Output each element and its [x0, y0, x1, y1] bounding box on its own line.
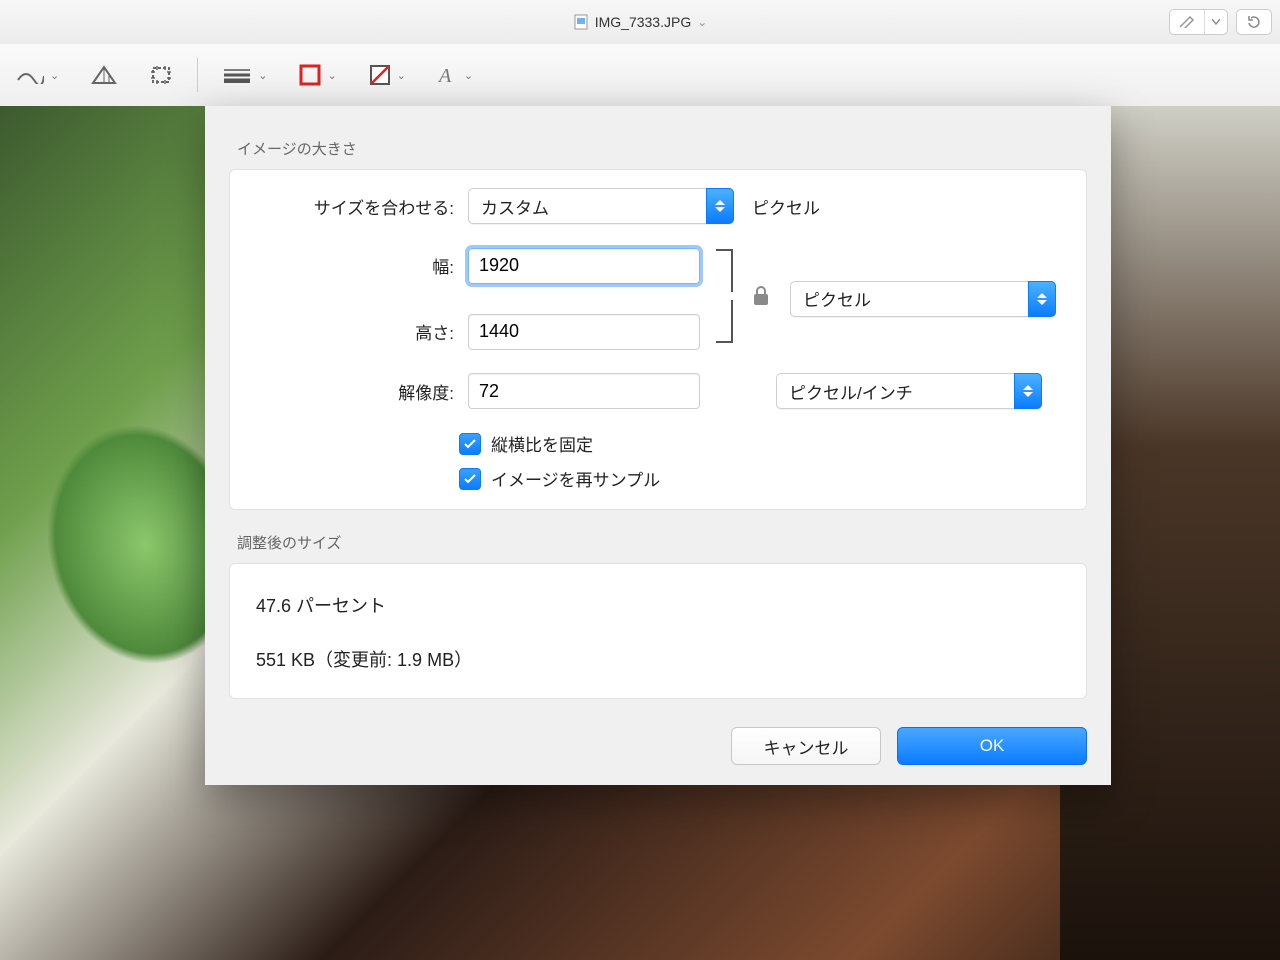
- tool-fill-color[interactable]: ⌄: [353, 64, 422, 86]
- fit-select-value: カスタム: [481, 194, 549, 219]
- result-filesize: 551 KB（変更前: 1.9 MB）: [256, 646, 1062, 672]
- resample-checkbox[interactable]: [459, 468, 481, 490]
- size-unit-select[interactable]: ピクセル: [790, 281, 1056, 317]
- tool-line-weight[interactable]: ⌄: [206, 67, 283, 83]
- resolution-unit-value: ピクセル/インチ: [789, 379, 913, 404]
- size-unit-value: ピクセル: [803, 286, 871, 311]
- resize-dialog: イメージの大きさ サイズを合わせる: カスタム ピクセル 幅:: [205, 106, 1111, 785]
- markup-toolbar: ⌄ ⌄ ⌄ ⌄ A ⌄: [0, 44, 1280, 107]
- aspect-lock-checkbox[interactable]: [459, 433, 481, 455]
- image-size-group: サイズを合わせる: カスタム ピクセル 幅: 高さ:: [229, 169, 1087, 510]
- file-icon: [573, 14, 589, 30]
- height-row: 高さ:: [254, 314, 700, 350]
- resolution-label: 解像度:: [254, 379, 468, 404]
- window-title: IMG_7333.JPG: [595, 14, 692, 30]
- markup-dropdown[interactable]: [1205, 10, 1227, 34]
- rotate-button[interactable]: [1237, 10, 1271, 34]
- aspect-lock-label: 縦横比を固定: [491, 431, 593, 456]
- markup-button-group: [1169, 9, 1228, 35]
- dimensions-row: 幅: 高さ: ピクセル: [254, 246, 1062, 351]
- width-input[interactable]: [468, 248, 700, 284]
- ok-button[interactable]: OK: [897, 727, 1087, 765]
- result-group: 47.6 パーセント 551 KB（変更前: 1.9 MB）: [229, 563, 1087, 699]
- chevron-down-icon: ⌄: [50, 69, 59, 82]
- toolbar-separator: [197, 58, 198, 92]
- result-percent: 47.6 パーセント: [256, 592, 1062, 618]
- width-label: 幅:: [254, 253, 468, 278]
- aspect-bracket-icon: [714, 246, 742, 351]
- resample-label: イメージを再サンプル: [491, 466, 660, 491]
- chevron-down-icon: ⌄: [327, 69, 336, 82]
- chevron-down-icon: ⌄: [258, 69, 267, 82]
- titlebar-right: [1161, 0, 1272, 44]
- title-dropdown-icon[interactable]: ⌄: [697, 15, 707, 29]
- dimensions-block: 幅: 高さ:: [254, 248, 700, 350]
- dialog-buttons: キャンセル OK: [229, 727, 1087, 765]
- height-label: 高さ:: [254, 319, 468, 344]
- chevron-down-icon: ⌄: [397, 69, 406, 82]
- rotate-button-group: [1236, 9, 1272, 35]
- chevron-down-icon: ⌄: [464, 69, 473, 82]
- tool-adjust[interactable]: [75, 65, 133, 85]
- lock-icon: [752, 285, 770, 312]
- section-result: 調整後のサイズ: [237, 532, 1087, 553]
- height-input[interactable]: [468, 314, 700, 350]
- resample-row: イメージを再サンプル: [459, 466, 1062, 491]
- fit-row: サイズを合わせる: カスタム ピクセル: [254, 188, 1062, 224]
- tool-stroke-color[interactable]: ⌄: [283, 64, 352, 86]
- fit-label: サイズを合わせる:: [254, 194, 468, 219]
- select-stepper-icon: [1028, 281, 1056, 317]
- markup-button[interactable]: [1170, 10, 1205, 34]
- resolution-input[interactable]: [468, 373, 700, 409]
- window-titlebar: IMG_7333.JPG ⌄: [0, 0, 1280, 45]
- svg-text:A: A: [438, 65, 452, 86]
- tool-crop[interactable]: [133, 64, 189, 86]
- resolution-unit-select[interactable]: ピクセル/インチ: [776, 373, 1042, 409]
- width-row: 幅:: [254, 248, 700, 284]
- select-stepper-icon: [706, 188, 734, 224]
- resolution-row: 解像度: ピクセル/インチ: [254, 373, 1062, 409]
- section-image-size: イメージの大きさ: [237, 138, 1087, 159]
- tool-text-style[interactable]: A ⌄: [422, 64, 489, 86]
- aspect-lock-row: 縦横比を固定: [459, 431, 1062, 456]
- tool-sketch[interactable]: ⌄: [0, 66, 75, 84]
- fit-select[interactable]: カスタム: [468, 188, 734, 224]
- cancel-button[interactable]: キャンセル: [731, 727, 881, 765]
- select-stepper-icon: [1014, 373, 1042, 409]
- fit-unit: ピクセル: [752, 194, 820, 219]
